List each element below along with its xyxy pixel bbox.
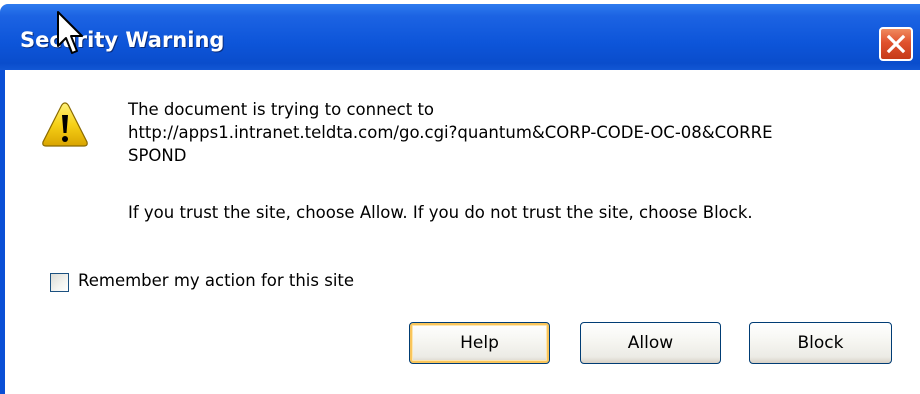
message-instruction: If you trust the site, choose Allow. If …	[128, 203, 753, 222]
dialog-title: Security Warning	[20, 28, 225, 52]
title-bar[interactable]: Security Warning	[0, 4, 920, 70]
mouse-cursor-icon	[57, 11, 83, 54]
security-warning-dialog: Security Warning The document is trying …	[0, 0, 920, 394]
remember-checkbox[interactable]	[50, 273, 69, 292]
close-icon	[886, 34, 906, 54]
window-left-border	[0, 66, 5, 394]
message-url-continued: SPOND	[128, 146, 187, 165]
remember-label[interactable]: Remember my action for this site	[78, 271, 354, 290]
help-button[interactable]: Help	[409, 322, 550, 364]
message-text: The document is trying to connect to	[128, 100, 435, 119]
message-url: http://apps1.intranet.teldta.com/go.cgi?…	[128, 123, 773, 142]
close-button[interactable]	[879, 27, 913, 61]
allow-button[interactable]: Allow	[580, 322, 721, 364]
warning-triangle-icon	[42, 102, 88, 147]
block-button[interactable]: Block	[749, 322, 892, 364]
